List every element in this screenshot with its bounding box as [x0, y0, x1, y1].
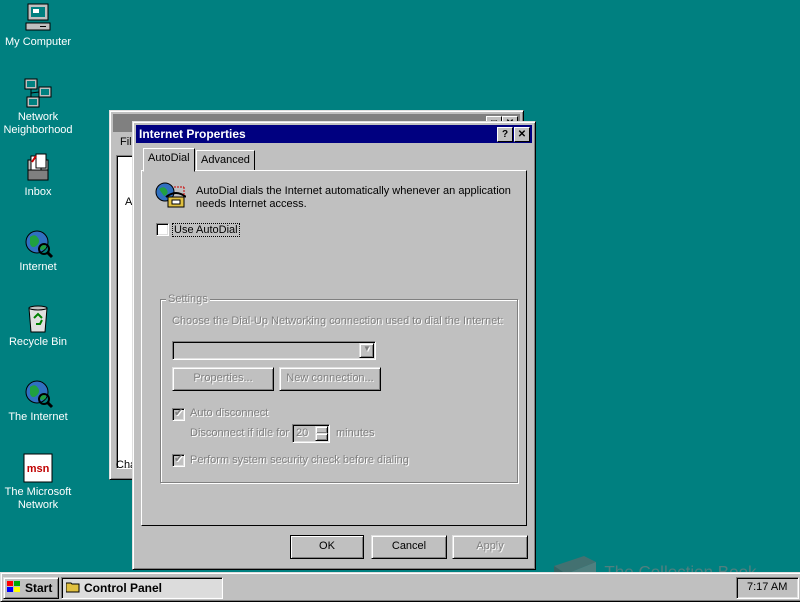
chevron-down-icon: ▼ [363, 344, 371, 353]
taskbar-control-panel-button[interactable]: Control Panel [61, 577, 223, 599]
globe-icon [22, 377, 54, 409]
taskbar-task-label: Control Panel [84, 581, 163, 595]
use-autodial-checkbox[interactable] [156, 223, 169, 236]
checkmark-icon: ✔ [174, 407, 184, 419]
new-connection-button[interactable]: New connection... [279, 367, 381, 391]
recycle-bin-icon [22, 302, 54, 334]
security-check-checkbox[interactable]: ✔ [172, 453, 185, 467]
desktop-icon-label-line2: Neighborhood [3, 124, 73, 136]
desktop-icon-the-internet[interactable]: The Internet [0, 377, 76, 424]
desktop-icon-inbox[interactable]: Inbox [0, 152, 76, 199]
desktop-icon-label: The Internet [8, 411, 68, 423]
windows-logo-icon [7, 581, 21, 593]
tab-advanced[interactable]: Advanced [196, 150, 255, 171]
spinner-down-button[interactable] [315, 433, 328, 441]
desktop-icon-label-line2: Network [17, 499, 59, 511]
desktop-icon-label: Network [17, 111, 59, 123]
autodial-panel: AutoDial dials the Internet automaticall… [141, 170, 527, 526]
inbox-icon [22, 152, 54, 184]
dialog-titlebar[interactable]: Internet Properties ? ✕ [136, 125, 532, 143]
control-panel-menu-file[interactable]: Fil [120, 136, 132, 148]
msn-icon: msn [22, 452, 54, 484]
desktop-icon-microsoft-network[interactable]: msn The Microsoft Network [0, 452, 76, 512]
start-label: Start [25, 581, 53, 595]
auto-disconnect-label[interactable]: Auto disconnect [190, 407, 268, 419]
cancel-button[interactable]: Cancel [371, 535, 447, 559]
settings-group-label: Settings [166, 293, 210, 305]
choose-connection-label: Choose the Dial-Up Networking connection… [172, 315, 504, 327]
dropdown-arrow-button[interactable]: ▼ [359, 343, 374, 358]
ok-button[interactable]: OK [290, 535, 364, 559]
minutes-label: minutes [336, 427, 375, 439]
tab-autodial-label: AutoDial [148, 152, 190, 164]
svg-text:msn: msn [27, 463, 50, 475]
internet-properties-dialog[interactable]: Internet Properties ? ✕ AutoDial Advance… [132, 121, 536, 570]
desktop-icon-label: The Microsoft [4, 486, 72, 498]
start-button[interactable]: Start [3, 577, 59, 599]
globe-icon [22, 227, 54, 259]
idle-minutes-value: 20 [296, 427, 309, 439]
desktop-icon-label: Internet [19, 261, 57, 273]
close-button[interactable]: ✕ [514, 127, 530, 142]
help-button[interactable]: ? [497, 127, 513, 142]
desktop-icon-internet[interactable]: Internet [0, 227, 76, 274]
tab-advanced-label: Advanced [201, 154, 250, 166]
dialog-title: Internet Properties [139, 127, 246, 141]
checkmark-icon: ✔ [174, 453, 184, 465]
tab-autodial[interactable]: AutoDial [143, 148, 195, 172]
desktop-icon-label: Inbox [24, 186, 52, 198]
properties-button[interactable]: Properties... [172, 367, 274, 391]
clock[interactable]: 7:17 AM [747, 581, 787, 593]
auto-disconnect-checkbox[interactable]: ✔ [172, 407, 185, 421]
system-tray: 7:17 AM [736, 577, 799, 599]
network-icon [22, 77, 54, 109]
autodial-description: AutoDial dials the Internet automaticall… [196, 185, 511, 210]
connection-dropdown[interactable]: ▼ [172, 341, 376, 360]
desktop-icon-label: My Computer [4, 36, 72, 48]
computer-icon [22, 2, 54, 34]
idle-minutes-spinner[interactable]: 20 [292, 424, 330, 443]
desktop-icon-label: Recycle Bin [8, 336, 68, 348]
desktop-icon-network-neighborhood[interactable]: Network Neighborhood [0, 77, 76, 137]
desktop-icon-recycle-bin[interactable]: Recycle Bin [0, 302, 76, 349]
taskbar: Start Control Panel 7:17 AM [0, 572, 800, 602]
security-check-label[interactable]: Perform system security check before dia… [190, 454, 409, 466]
desktop-icon-my-computer[interactable]: My Computer [0, 2, 76, 49]
use-autodial-label[interactable]: Use AutoDial [172, 223, 240, 237]
apply-button[interactable]: Apply [452, 535, 528, 559]
folder-icon [65, 581, 80, 596]
autodial-phone-icon [154, 181, 187, 213]
disconnect-idle-label: Disconnect if idle for [190, 427, 290, 439]
